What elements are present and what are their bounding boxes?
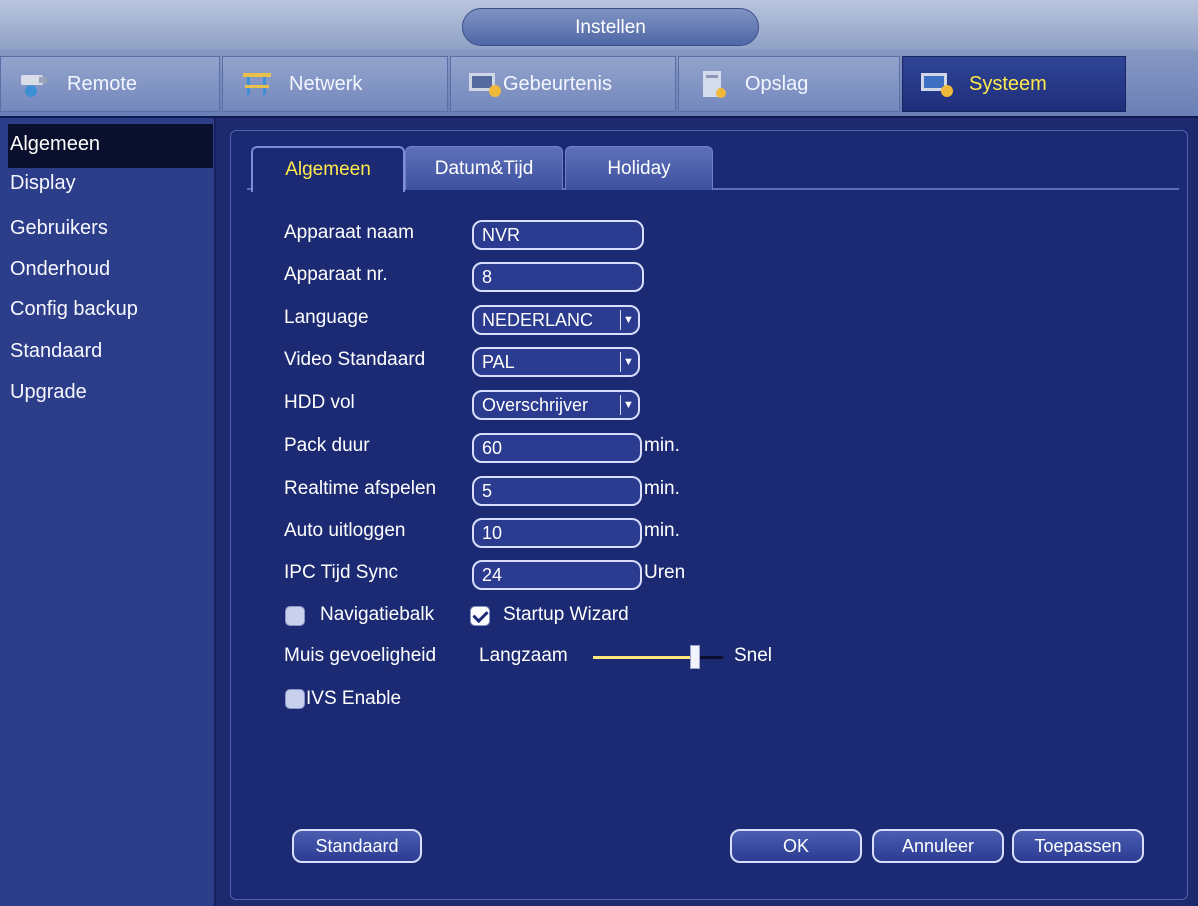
sidebar-item-onderhoud[interactable]: Onderhoud xyxy=(10,249,210,289)
cancel-button[interactable]: Annuleer xyxy=(872,829,1004,863)
auto-logout-label: Auto uitloggen xyxy=(284,520,406,541)
sidebar-item-upgrade[interactable]: Upgrade xyxy=(10,372,210,412)
tab-gebeurtenis-label: Gebeurtenis xyxy=(503,72,612,95)
event-icon xyxy=(467,69,503,99)
chevron-down-icon: ▼ xyxy=(620,352,636,372)
tab-algemeen[interactable]: Algemeen xyxy=(251,146,405,192)
pack-duration-label: Pack duur xyxy=(284,435,370,456)
content-panel xyxy=(230,130,1188,900)
pack-duration-input[interactable]: 60 xyxy=(472,433,642,463)
network-icon xyxy=(239,69,275,99)
hdd-full-select[interactable]: Overschrijver ▼ xyxy=(472,390,640,420)
slider-max-label: Snel xyxy=(734,645,773,666)
tab-remote-label: Remote xyxy=(67,72,138,95)
hdd-full-value: Overschrijver xyxy=(482,395,589,415)
video-standard-label: Video Standaard xyxy=(284,349,426,370)
slider-handle[interactable] xyxy=(690,645,700,669)
tab-datum-tijd[interactable]: Datum&Tijd xyxy=(405,146,563,190)
title-bar: Instellen xyxy=(0,0,1198,50)
sidebar-item-display[interactable]: Display xyxy=(10,163,210,203)
sidebar-item-config-backup[interactable]: Config backup xyxy=(10,289,210,329)
tab-netwerk[interactable]: Netwerk xyxy=(222,56,448,112)
chevron-down-icon: ▼ xyxy=(620,310,636,330)
video-standard-value: PAL xyxy=(482,352,515,372)
ok-button[interactable]: OK xyxy=(730,829,862,863)
sidebar-item-gebruikers[interactable]: Gebruikers xyxy=(10,208,210,248)
navbar-label: Navigatiebalk xyxy=(320,604,435,625)
tab-opslag[interactable]: Opslag xyxy=(678,56,900,112)
hdd-full-label: HDD vol xyxy=(284,392,355,413)
language-label: Language xyxy=(284,307,369,328)
device-name-label: Apparaat naam xyxy=(284,222,414,243)
startup-wizard-checkbox[interactable] xyxy=(470,606,490,626)
slider-min-label: Langzaam xyxy=(479,645,568,666)
ipc-time-sync-label: IPC Tijd Sync xyxy=(284,562,399,583)
storage-icon xyxy=(695,69,731,99)
device-no-label: Apparaat nr. xyxy=(284,264,388,285)
mouse-sensitivity-label: Muis gevoeligheid xyxy=(284,645,437,666)
language-value: NEDERLANC xyxy=(482,310,594,330)
device-name-input[interactable]: NVR xyxy=(472,220,644,250)
auto-logout-unit: min. xyxy=(644,520,680,541)
language-select[interactable]: NEDERLANC ▼ xyxy=(472,305,640,335)
sidebar-item-standaard[interactable]: Standaard xyxy=(10,331,210,371)
tab-remote[interactable]: Remote xyxy=(0,56,220,112)
pack-duration-unit: min. xyxy=(644,435,680,456)
video-standard-select[interactable]: PAL ▼ xyxy=(472,347,640,377)
tab-systeem-label: Systeem xyxy=(969,72,1047,95)
startup-wizard-label: Startup Wizard xyxy=(503,604,629,625)
realtime-playback-input[interactable]: 5 xyxy=(472,476,642,506)
navbar-checkbox[interactable] xyxy=(285,606,305,626)
tab-opslag-label: Opslag xyxy=(745,72,809,95)
camera-icon xyxy=(17,69,53,99)
apply-button[interactable]: Toepassen xyxy=(1012,829,1144,863)
sidebar-item-algemeen[interactable]: Algemeen xyxy=(8,124,213,168)
default-button[interactable]: Standaard xyxy=(292,829,422,863)
ipc-time-sync-input[interactable]: 24 xyxy=(472,560,642,590)
main-tab-bar: Remote Netwerk Gebeurtenis Opslag Systee… xyxy=(0,50,1198,118)
realtime-playback-unit: min. xyxy=(644,478,680,499)
ipc-time-sync-unit: Uren xyxy=(644,562,686,583)
auto-logout-input[interactable]: 10 xyxy=(472,518,642,548)
ivs-enable-checkbox[interactable] xyxy=(285,689,305,709)
ivs-enable-label: IVS Enable xyxy=(306,688,402,709)
window-title: Instellen xyxy=(462,8,759,46)
device-no-input[interactable]: 8 xyxy=(472,262,644,292)
chevron-down-icon: ▼ xyxy=(620,395,636,415)
tab-systeem[interactable]: Systeem xyxy=(902,56,1126,112)
tab-netwerk-label: Netwerk xyxy=(289,72,363,95)
system-icon xyxy=(919,69,955,99)
mouse-sensitivity-slider[interactable] xyxy=(593,656,723,659)
tab-gebeurtenis[interactable]: Gebeurtenis xyxy=(450,56,676,112)
tab-holiday[interactable]: Holiday xyxy=(565,146,713,190)
realtime-playback-label: Realtime afspelen xyxy=(284,478,437,499)
